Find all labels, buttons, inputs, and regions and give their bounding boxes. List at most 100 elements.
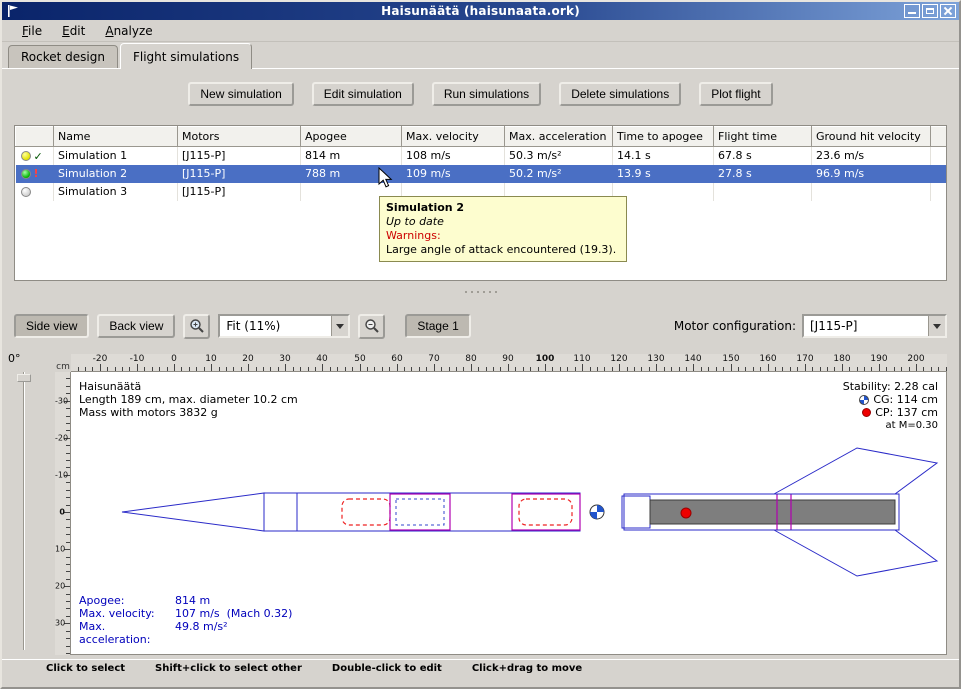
close-button-icon[interactable] (940, 4, 956, 18)
cell-flight-time: 27.8 s (714, 165, 812, 183)
back-view-button[interactable]: Back view (97, 314, 175, 338)
parachute-main[interactable] (342, 499, 390, 525)
plot-flight-button[interactable]: Plot flight (699, 82, 772, 106)
ruler-tick (820, 367, 821, 371)
column-header-flight-time[interactable]: Flight time (714, 127, 812, 147)
fin-bottom[interactable] (774, 530, 937, 576)
rotation-slider-thumb[interactable] (17, 374, 31, 382)
run-simulations-button[interactable]: Run simulations (432, 82, 541, 106)
ruler-label: 30 (55, 619, 65, 628)
edit-simulation-button[interactable]: Edit simulation (312, 82, 414, 106)
ruler-tick (641, 367, 642, 371)
stage-1-toggle[interactable]: Stage 1 (405, 314, 470, 338)
ruler-tick (66, 616, 70, 617)
ruler-tick (738, 367, 739, 371)
menu-file[interactable]: File (14, 22, 50, 40)
ruler-tick (842, 364, 843, 371)
ruler-tick (196, 367, 197, 371)
ruler-tick (66, 482, 70, 483)
menu-edit[interactable]: Edit (54, 22, 93, 40)
zoom-in-button[interactable] (183, 314, 210, 339)
column-header-name[interactable]: Name (54, 127, 178, 147)
ruler-label: 10 (55, 545, 65, 554)
ruler-tick (129, 367, 130, 371)
column-header-max-velocity[interactable]: Max. velocity (402, 127, 505, 147)
column-header-apogee[interactable]: Apogee (301, 127, 402, 147)
ruler-label: 190 (870, 354, 887, 364)
hint-shift-click: Shift+click to select other (155, 663, 302, 674)
panel-splitter[interactable] (2, 285, 959, 299)
menu-analyze[interactable]: Analyze (97, 22, 160, 40)
rocket-name: Haisunäätä (79, 380, 298, 393)
zoom-select[interactable]: Fit (11%) (218, 314, 350, 338)
status-check-icon: ✓ (34, 150, 43, 163)
ruler-tick (449, 367, 450, 371)
interstage-coupler[interactable] (622, 496, 650, 528)
cell-motors: [J115-P] (178, 183, 301, 201)
ruler-label: -10 (130, 354, 145, 364)
ruler-tick (664, 367, 665, 371)
ruler-tick (901, 367, 902, 371)
rocket-canvas[interactable]: Haisunäätä Length 189 cm, max. diameter … (71, 372, 947, 655)
side-view-button[interactable]: Side view (14, 314, 89, 338)
column-header-motors[interactable]: Motors (178, 127, 301, 147)
rotation-slider[interactable] (20, 372, 28, 650)
ruler-tick (66, 416, 70, 417)
motor-configuration-select[interactable]: [J115-P] (802, 314, 947, 338)
chevron-down-icon[interactable] (331, 316, 348, 336)
minimize-button-icon[interactable] (904, 4, 920, 18)
ruler-tick (66, 467, 70, 468)
horizontal-ruler: -20-100102030405060708090100110120130140… (71, 354, 947, 372)
ruler-tick (167, 367, 168, 371)
ruler-tick (382, 367, 383, 371)
nose-cone[interactable] (122, 493, 264, 531)
status-uptodate-icon (21, 169, 31, 179)
chevron-down-icon[interactable] (928, 316, 945, 336)
cp-value: CP: 137 cm (875, 406, 938, 419)
delete-simulations-button[interactable]: Delete simulations (559, 82, 681, 106)
new-simulation-button[interactable]: New simulation (188, 82, 293, 106)
maximize-button-icon[interactable] (922, 4, 938, 18)
fin-top[interactable] (774, 448, 937, 494)
ruler-tick (211, 364, 212, 371)
title-bar[interactable]: Haisunäätä (haisunaata.ork) (2, 2, 959, 20)
status-warning-icon: ! (34, 167, 39, 180)
ruler-tick (66, 579, 70, 580)
ruler-tick (493, 367, 494, 371)
column-header-status[interactable] (16, 127, 54, 147)
ruler-tick (322, 364, 323, 371)
ruler-tick (419, 367, 420, 371)
cell-max-acceleration: 50.3 m/s² (505, 147, 613, 165)
ruler-tick (204, 367, 205, 371)
ruler-tick (337, 367, 338, 371)
ruler-tick (486, 367, 487, 371)
tab-flight-simulations[interactable]: Flight simulations (120, 43, 252, 69)
table-row[interactable]: ✓ Simulation 1 [J115-P] 814 m 108 m/s 50… (16, 147, 948, 165)
ruler-tick (916, 364, 917, 371)
ruler-tick (144, 367, 145, 371)
ruler-tick (66, 453, 70, 454)
tab-rocket-design[interactable]: Rocket design (8, 45, 118, 69)
ruler-tick (827, 367, 828, 371)
ruler-tick (523, 367, 524, 371)
app-window: Haisunäätä (haisunaata.ork) File Edit An… (0, 0, 961, 689)
ruler-tick (604, 367, 605, 371)
ruler-tick (256, 367, 257, 371)
column-header-max-acceleration[interactable]: Max. acceleration (505, 127, 613, 147)
ruler-tick (649, 367, 650, 371)
apogee-label: Apogee: (79, 594, 175, 607)
ruler-tick (122, 367, 123, 371)
main-tabs: Rocket design Flight simulations (8, 44, 254, 69)
ruler-tick (137, 364, 138, 371)
parachute-drogue[interactable] (519, 499, 572, 525)
coupler-inner-component[interactable] (396, 499, 444, 525)
status-notsimulated-icon (21, 187, 31, 197)
column-header-time-to-apogee[interactable]: Time to apogee (613, 127, 714, 147)
column-header-ground-hit-velocity[interactable]: Ground hit velocity (812, 127, 931, 147)
table-row-selected[interactable]: ! Simulation 2 [J115-P] 788 m 109 m/s 50… (16, 165, 948, 183)
zoom-out-button[interactable] (358, 314, 385, 339)
zoom-select-value: Fit (11%) (220, 319, 331, 333)
ruler-tick (66, 542, 70, 543)
tooltip-state: Up to date (386, 215, 620, 229)
ruler-tick (426, 367, 427, 371)
